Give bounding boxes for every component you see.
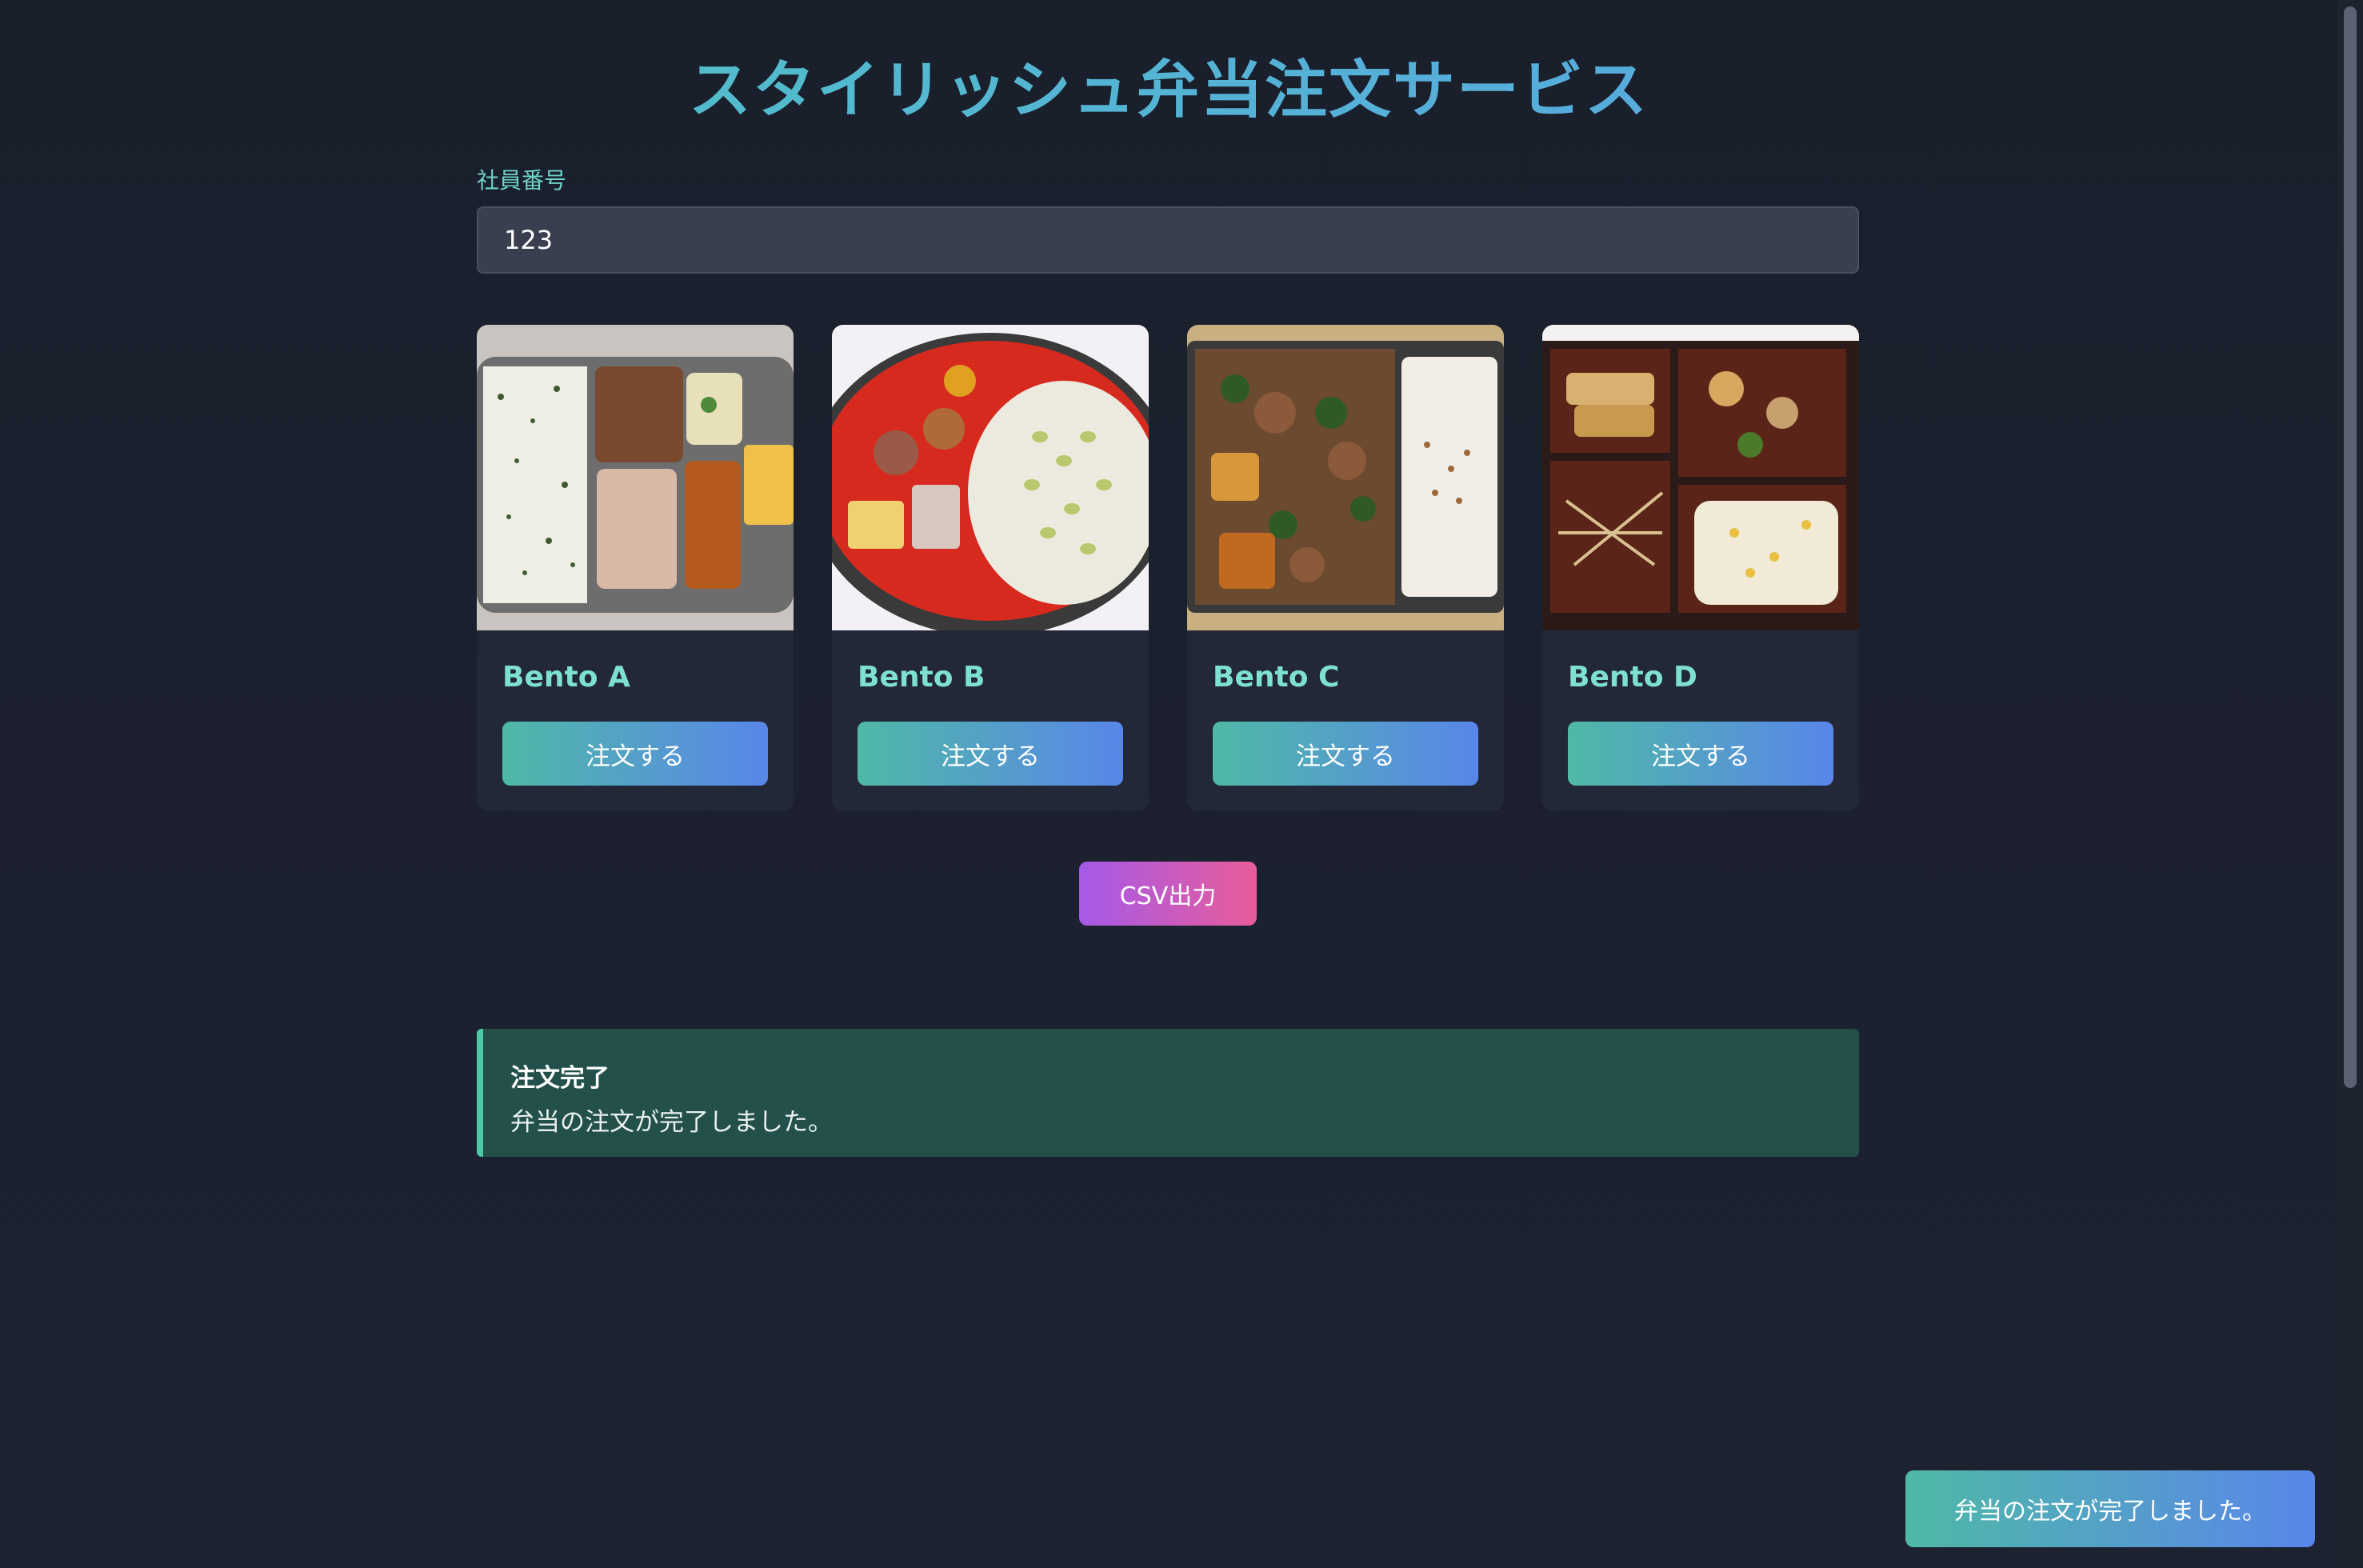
bento-card-d: Bento D 注文する [1542,325,1859,811]
bento-d-image [1542,325,1859,630]
bento-name: Bento B [858,661,986,694]
bento-name: Bento C [1213,661,1340,694]
bento-a-image [477,325,794,630]
order-button-bento-a[interactable]: 注文する [502,722,768,786]
bento-c-image [1187,325,1504,630]
order-complete-alert: 注文完了 弁当の注文が完了しました。 [477,1029,1859,1157]
order-button-bento-d[interactable]: 注文する [1568,722,1833,786]
order-button-bento-b[interactable]: 注文する [858,722,1123,786]
alert-message: 弁当の注文が完了しました。 [510,1108,833,1137]
alert-title: 注文完了 [510,1064,610,1093]
employee-id-label: 社員番号 [477,167,567,194]
bento-name: Bento A [502,661,630,694]
bento-card-c: Bento C 注文する [1187,325,1504,811]
employee-id-input[interactable] [477,206,1859,274]
bento-card-b: Bento B 注文する [832,325,1149,811]
bento-grid: Bento A 注文する Bento B 注文する Bento C 注文する B… [477,325,1859,811]
scrollbar-thumb[interactable] [2344,6,2357,1088]
toast-notification: 弁当の注文が完了しました。 [1905,1470,2315,1547]
bento-b-image [832,325,1149,630]
order-button-bento-c[interactable]: 注文する [1213,722,1478,786]
csv-export-button[interactable]: CSV出力 [1079,862,1257,926]
bento-name: Bento D [1568,661,1697,694]
page-title: スタイリッシュ弁当注文サービス [0,40,2337,130]
bento-card-a: Bento A 注文する [477,325,794,811]
